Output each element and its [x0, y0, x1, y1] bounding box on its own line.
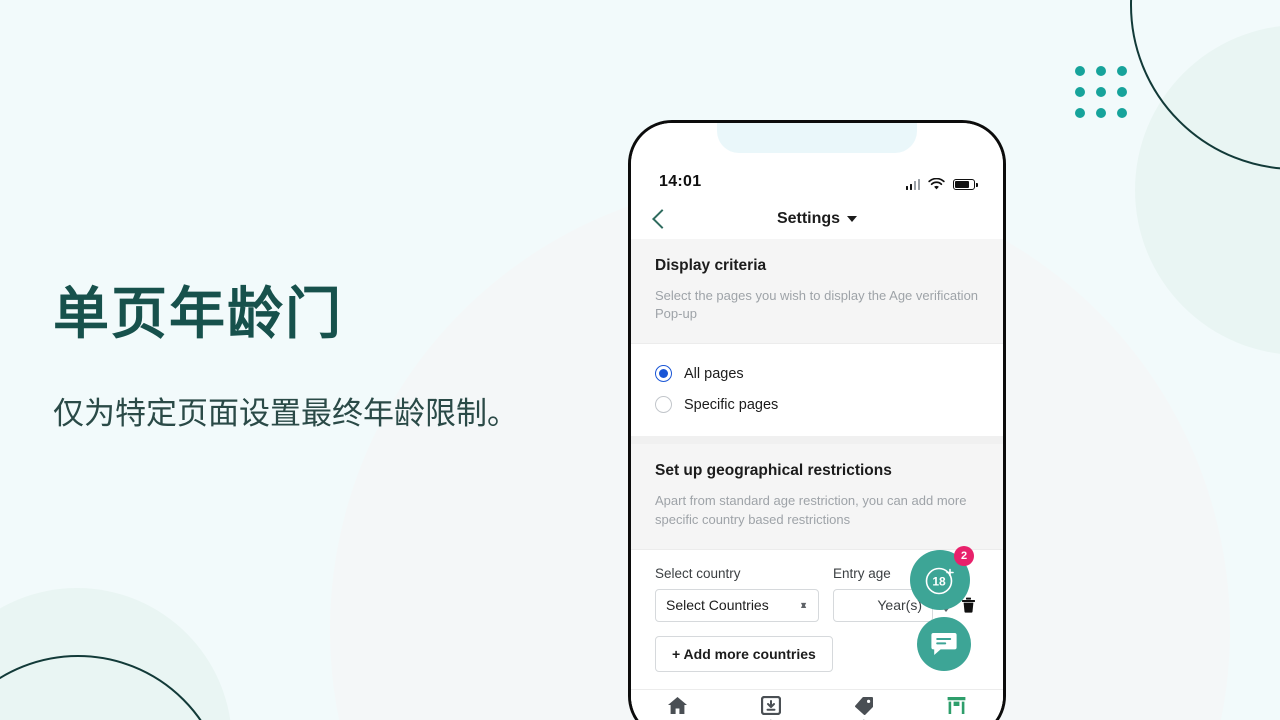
display-criteria-options: All pages Specific pages: [631, 344, 1003, 437]
18-plus-icon: 18: [925, 567, 954, 595]
header-title: Settings: [776, 210, 841, 227]
geo-restrictions-description: Apart from standard age restriction, you…: [655, 493, 967, 527]
chat-floating-button[interactable]: [917, 617, 971, 671]
marketing-copy: 单页年龄门 仅为特定页面设置最终年龄限制。: [53, 282, 613, 436]
status-icons: [905, 178, 978, 191]
tab-products[interactable]: Products: [817, 696, 910, 720]
wifi-icon: [928, 178, 945, 190]
section-divider: [631, 436, 1003, 445]
app-header: Settings: [631, 199, 1003, 239]
radio-label-all-pages: All pages: [684, 365, 744, 382]
radio-label-specific-pages: Specific pages: [684, 396, 779, 413]
bottom-tabbar: Home Orders Products: [631, 689, 1003, 720]
dot-grid-decoration: [1075, 66, 1127, 118]
radio-unselected-icon[interactable]: [655, 396, 672, 414]
battery-icon: [953, 179, 978, 190]
background-outline-circle-bottom-left: [0, 655, 228, 720]
geo-restrictions-title: Set up geographical restrictions: [655, 462, 892, 480]
status-bar: 14:01: [631, 123, 1003, 199]
tab-orders[interactable]: Orders: [724, 696, 817, 720]
orders-inbox-icon: [760, 696, 781, 715]
select-country-field: Select country Select Countries ▲ ▼: [655, 566, 819, 622]
tag-icon: [854, 697, 873, 715]
notification-badge: 2: [954, 546, 974, 566]
store-icon: [947, 697, 966, 714]
tab-home[interactable]: Home: [631, 696, 724, 720]
page-title: 单页年龄门: [53, 282, 343, 345]
add-more-countries-button[interactable]: + Add more countries: [655, 635, 833, 672]
select-country-label: Select country: [655, 565, 741, 581]
status-time: 14:01: [659, 173, 702, 190]
geo-restrictions-section-header: Set up geographical restrictions Apart f…: [631, 444, 1003, 550]
age-gate-floating-button[interactable]: 18 2: [910, 546, 974, 610]
chat-bubble-icon: [931, 633, 957, 655]
radio-option-all-pages[interactable]: All pages: [655, 358, 979, 389]
home-icon: [668, 697, 687, 714]
entry-age-value: Year(s): [877, 597, 922, 614]
display-criteria-section-header: Display criteria Select the pages you wi…: [631, 239, 1003, 345]
radio-selected-icon[interactable]: [655, 365, 672, 383]
svg-text:18: 18: [932, 575, 946, 589]
chevron-down-icon[interactable]: [847, 216, 858, 222]
background-outline-circle-top-right: [1130, 0, 1280, 170]
header-title-group[interactable]: Settings: [631, 210, 1003, 228]
select-country-value: Select Countries: [666, 597, 769, 614]
tab-store[interactable]: Store: [910, 696, 1003, 720]
display-criteria-description: Select the pages you wish to display the…: [655, 288, 979, 322]
select-country-dropdown[interactable]: Select Countries ▲ ▼: [655, 588, 819, 622]
background-mint-circle-bottom-left: [0, 588, 232, 720]
radio-option-specific-pages[interactable]: Specific pages: [655, 389, 979, 420]
display-criteria-title: Display criteria: [655, 257, 767, 274]
background-mint-circle-top-right: [1135, 25, 1280, 355]
signal-bars-icon: [905, 179, 920, 190]
page-subtitle: 仅为特定页面设置最终年龄限制。: [53, 396, 518, 432]
